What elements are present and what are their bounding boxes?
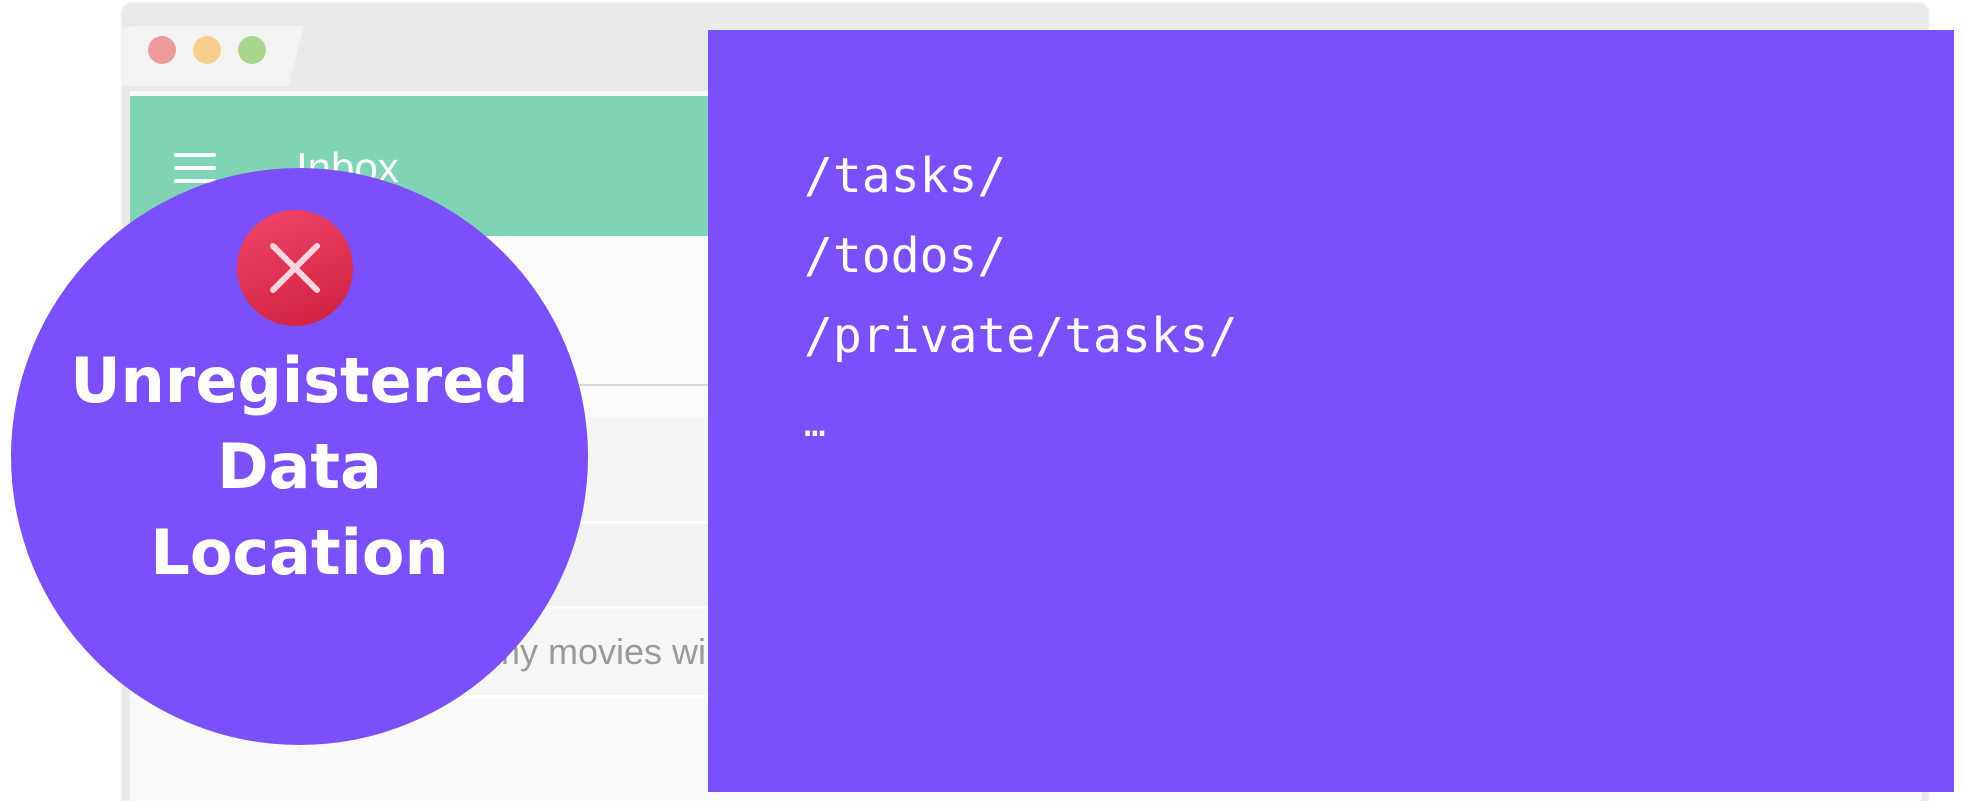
path-item: /private/tasks/ — [804, 308, 1238, 364]
badge-label: Unregistered Data Location — [11, 338, 588, 596]
badge-line: Data — [217, 430, 382, 503]
path-item: /todos/ — [804, 228, 1007, 284]
path-item: /tasks/ — [804, 148, 1007, 204]
window-minimize-dot[interactable] — [193, 36, 221, 64]
badge-line: Location — [150, 516, 449, 589]
status-badge: Unregistered Data Location — [11, 168, 588, 745]
badge-line: Unregistered — [70, 344, 529, 417]
close-icon — [270, 243, 320, 293]
error-circle — [237, 210, 353, 326]
illustration: Inbox my movies wi /tasks/ /todos/ /priv… — [0, 0, 1962, 801]
hamburger-menu-icon[interactable] — [174, 153, 216, 183]
path-ellipsis: … — [804, 404, 826, 445]
window-close-dot[interactable] — [148, 36, 176, 64]
window-maximize-dot[interactable] — [238, 36, 266, 64]
data-paths-panel: /tasks/ /todos/ /private/tasks/ … — [708, 30, 1954, 792]
